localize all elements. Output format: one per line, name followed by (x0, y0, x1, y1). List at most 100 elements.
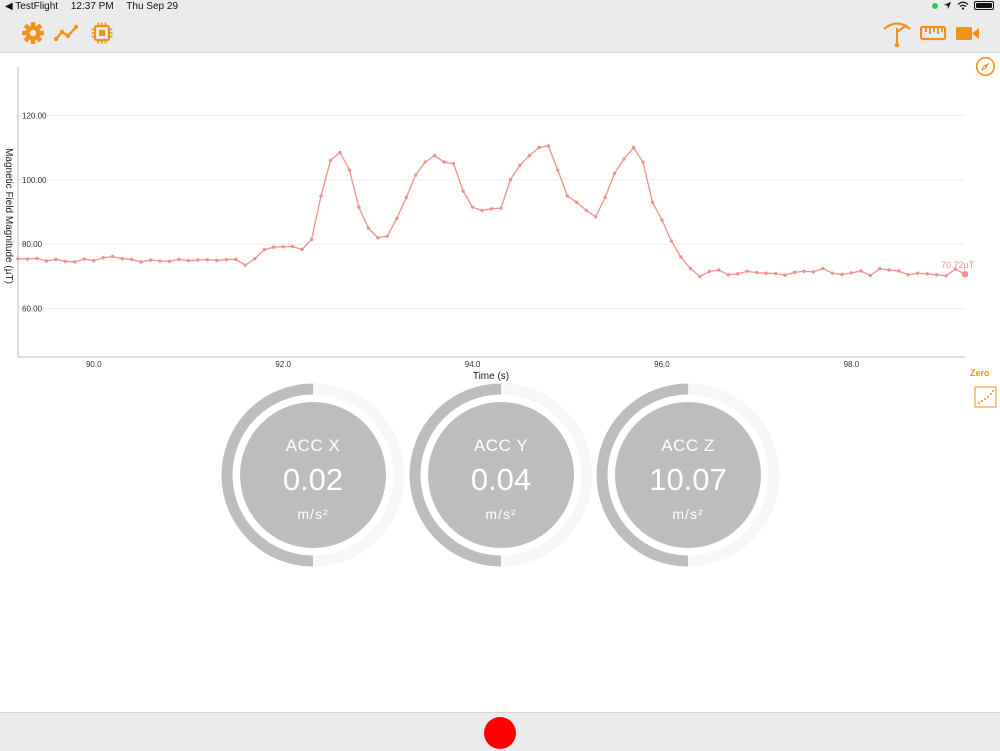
data-point (111, 254, 115, 259)
back-to-app-link[interactable]: ◀ TestFlight (5, 1, 58, 12)
gauge-face: ACC Z 10.07 m/s² (615, 402, 761, 548)
data-point (792, 270, 797, 274)
data-point (262, 248, 266, 252)
video-camera-icon[interactable] (954, 23, 982, 43)
data-point (840, 272, 844, 277)
data-point (773, 271, 778, 276)
data-point (878, 267, 882, 271)
data-point (868, 273, 872, 278)
gauge-face: ACC Y 0.04 m/s² (428, 402, 574, 548)
data-point (631, 145, 636, 150)
data-point (537, 145, 541, 150)
data-point (934, 273, 939, 277)
gear-icon[interactable] (20, 21, 46, 45)
data-point (821, 266, 825, 271)
data-point (414, 173, 418, 177)
current-value-label: 70.72µT (941, 260, 975, 270)
data-point (271, 245, 276, 249)
camera-in-use-indicator-icon (932, 2, 938, 9)
gauge-acc-z: ACC Z 10.07 m/s² (596, 383, 780, 567)
curve-fit-icon[interactable] (974, 386, 997, 408)
status-right (932, 1, 994, 10)
data-point (328, 158, 333, 163)
data-point (158, 259, 162, 263)
x-tick-label: 98.0 (844, 360, 860, 369)
data-point (357, 205, 361, 209)
data-point (612, 171, 617, 176)
data-point (764, 271, 768, 275)
status-bar: ◀ TestFlight 12:37 PM Thu Sep 29 (0, 0, 1000, 14)
data-point (650, 200, 655, 205)
data-point (366, 226, 371, 230)
data-point (906, 273, 910, 277)
ruler-icon[interactable] (919, 22, 947, 44)
data-point (120, 257, 124, 261)
compass-icon[interactable] (975, 56, 996, 77)
data-point (802, 269, 806, 273)
data-point (167, 259, 172, 263)
data-point (385, 234, 390, 238)
data-point (707, 269, 712, 274)
data-point (830, 271, 835, 275)
zero-button[interactable]: Zero (970, 368, 990, 378)
data-point (849, 271, 854, 275)
data-point (584, 208, 588, 213)
x-axis-title: Time (s) (473, 371, 509, 382)
data-point (186, 258, 191, 263)
data-point (565, 194, 569, 198)
data-point (754, 270, 759, 275)
data-point (35, 256, 39, 261)
data-point (82, 257, 86, 261)
battery-icon (974, 1, 994, 10)
gauge-face: ACC X 0.02 m/s² (240, 402, 386, 548)
data-point (641, 160, 645, 164)
y-tick-label: 60.00 (22, 305, 43, 314)
data-point (395, 216, 399, 221)
gauge-value: 0.02 (282, 462, 344, 497)
data-point (224, 257, 229, 262)
data-point (783, 273, 787, 277)
data-point (376, 236, 380, 240)
gauge-title: ACC X (285, 436, 341, 455)
data-point (442, 160, 446, 164)
data-point (290, 244, 295, 249)
status-time: 12:37 PM (70, 1, 114, 12)
status-date: Thu Sep 29 (126, 1, 179, 12)
data-point (897, 269, 901, 273)
antenna-icon[interactable] (882, 19, 912, 49)
data-point (698, 274, 702, 279)
gauge-title: ACC Z (661, 436, 715, 455)
data-point (54, 257, 58, 262)
data-point (73, 260, 77, 264)
data-point (451, 161, 456, 166)
gauge-acc-x: ACC X 0.02 m/s² (221, 383, 405, 567)
location-arrow-icon (943, 1, 952, 10)
y-tick-label: 120.00 (22, 111, 47, 120)
gauge-unit: m/s² (672, 506, 704, 522)
y-axis-title: Magnetic Field Magnitude (µT) (3, 148, 14, 284)
data-point (25, 257, 30, 261)
data-point (726, 273, 730, 277)
magnetometer-chart[interactable]: 60.00 80.00 100.00 120.00 90.0 92.0 94.0 96.0 9… (0, 53, 1000, 383)
gauge-value: 10.07 (649, 462, 727, 497)
line-graph-icon[interactable] (53, 21, 80, 45)
data-point (470, 205, 475, 209)
data-point (527, 153, 532, 158)
data-point (745, 269, 749, 273)
gauge-acc-y: ACC Y 0.04 m/s² (409, 383, 593, 567)
chip-icon[interactable] (89, 21, 115, 45)
gauge-title: ACC Y (473, 436, 529, 455)
data-point (925, 272, 929, 276)
record-button[interactable] (484, 717, 516, 749)
gauge-value: 0.04 (470, 462, 532, 497)
gauge-unit: m/s² (297, 506, 329, 522)
data-point (404, 195, 408, 200)
data-point (887, 268, 891, 272)
data-point (148, 258, 153, 262)
data-point (347, 168, 352, 172)
wifi-icon (957, 1, 969, 10)
data-point (575, 200, 579, 205)
data-point (16, 257, 20, 261)
data-point (660, 218, 664, 222)
status-left: ◀ TestFlight 12:37 PM Thu Sep 29 (5, 1, 188, 12)
